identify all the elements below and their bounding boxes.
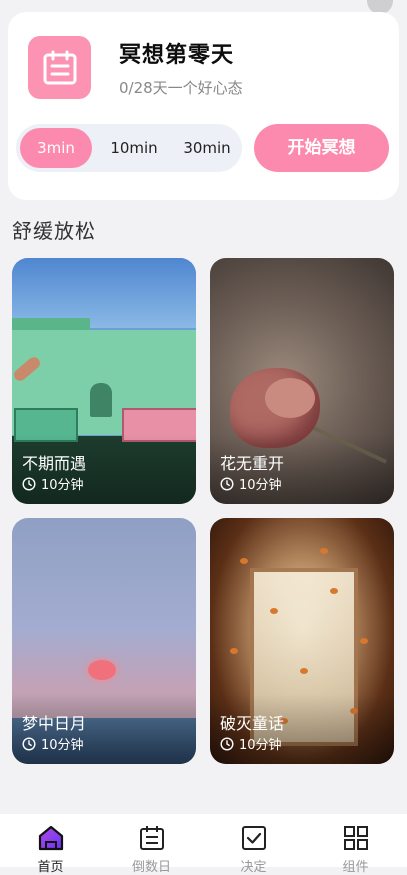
meditation-card: 冥想第零天 0/28天一个好心态 3min 10min 30min 开始冥想	[8, 12, 399, 200]
bottom-nav: 首页 倒数日 决定 组件	[0, 814, 407, 875]
nav-label: 首页	[37, 860, 64, 875]
duration-option-3min[interactable]: 3min	[20, 128, 92, 168]
nav-label: 决定	[240, 860, 267, 875]
nav-item-home[interactable]: 首页	[0, 814, 101, 875]
clock-icon	[22, 736, 36, 751]
nav-label: 倒数日	[131, 860, 171, 875]
card-title: 冥想第零天	[119, 43, 235, 68]
tile-duration: 10分钟	[220, 734, 282, 753]
duration-option-10min[interactable]: 10min	[100, 128, 168, 168]
tile-duration: 10分钟	[220, 474, 282, 493]
tile-duration-label: 10分钟	[41, 738, 84, 753]
meditation-tile[interactable]: 梦中日月 10分钟	[12, 518, 196, 764]
section-title: 舒缓放松	[12, 219, 96, 243]
meditation-tile[interactable]: 花无重开 10分钟	[210, 258, 394, 504]
start-meditation-button[interactable]: 开始冥想	[254, 124, 389, 172]
tile-duration-label: 10分钟	[239, 478, 282, 493]
grid-icon	[343, 826, 368, 850]
tile-title: 破灭童话	[220, 714, 285, 733]
duration-selector: 3min 10min 30min	[16, 124, 242, 172]
tile-duration-label: 10分钟	[41, 478, 84, 493]
clock-icon	[220, 736, 234, 751]
tile-title: 不期而遇	[22, 454, 87, 473]
tile-image-sun	[88, 660, 116, 680]
nav-item-decide[interactable]: 决定	[203, 814, 304, 875]
nav-item-widgets[interactable]: 组件	[305, 814, 406, 875]
tile-duration: 10分钟	[22, 474, 84, 493]
duration-option-30min[interactable]: 30min	[172, 128, 242, 168]
nav-label: 组件	[342, 860, 369, 875]
tile-title: 花无重开	[220, 454, 285, 473]
checkbox-icon	[241, 826, 266, 850]
nav-item-countdown[interactable]: 倒数日	[101, 814, 202, 875]
clock-icon	[220, 476, 234, 491]
card-subtitle: 0/28天一个好心态	[119, 79, 243, 97]
calendar-app-icon	[28, 36, 91, 99]
tile-title: 梦中日月	[22, 714, 87, 733]
calendar-icon	[139, 826, 164, 850]
home-icon	[38, 825, 63, 851]
meditation-tile[interactable]: 破灭童话 10分钟	[210, 518, 394, 764]
clock-icon	[22, 476, 36, 491]
tile-duration-label: 10分钟	[239, 738, 282, 753]
tile-duration: 10分钟	[22, 734, 84, 753]
meditation-tile[interactable]: 不期而遇 10分钟	[12, 258, 196, 504]
